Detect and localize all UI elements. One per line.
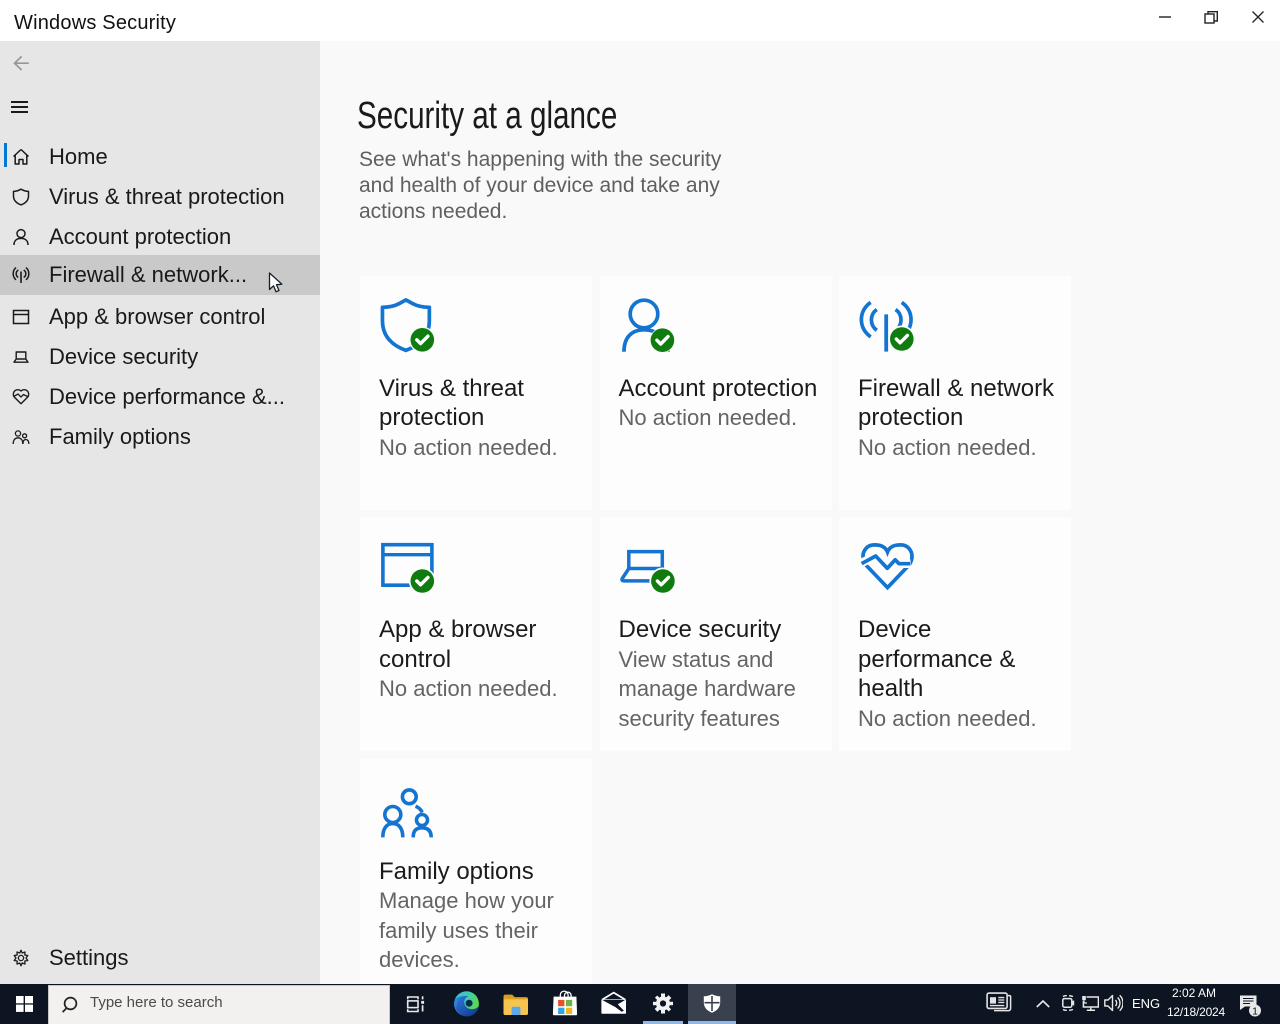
svg-text:1: 1 (1252, 1005, 1258, 1017)
